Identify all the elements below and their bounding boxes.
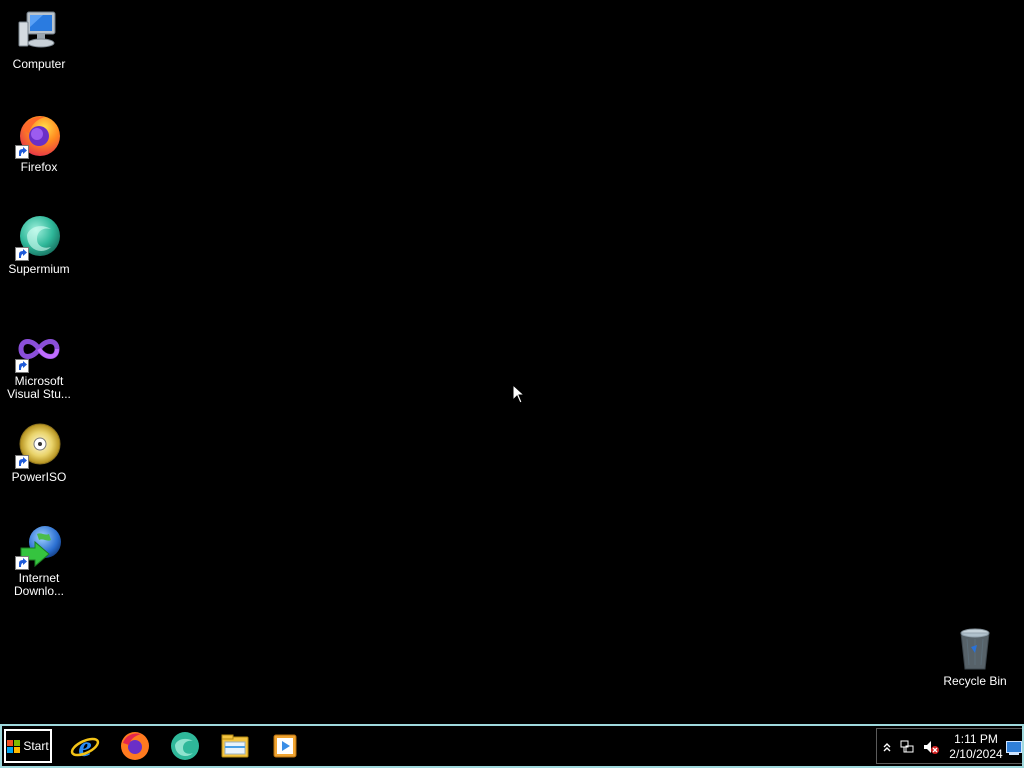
internet-explorer-icon: e [70, 730, 100, 762]
start-button[interactable]: Start [4, 729, 52, 763]
desktop-icon-visual-studio[interactable]: Microsoft Visual Stu... [0, 325, 78, 401]
system-tray: 1:11 PM 2/10/2024 [876, 728, 1022, 764]
volume-muted-icon [924, 741, 939, 754]
taskbar-file-explorer[interactable] [215, 729, 255, 763]
desktop-icon-firefox[interactable]: Firefox [0, 111, 78, 174]
mouse-cursor-icon [512, 384, 526, 404]
desktop-icon-supermium[interactable]: Supermium [0, 213, 78, 276]
desktop-icon-label: Supermium [8, 262, 70, 276]
taskbar-internet-explorer[interactable]: e [65, 729, 105, 763]
shortcut-arrow-icon [15, 556, 29, 570]
supermium-icon [171, 732, 199, 760]
desktop[interactable]: Computer Firefox Supermium Microsoft Vis… [0, 0, 1024, 768]
desktop-icon-recycle-bin[interactable]: Recycle Bin [936, 625, 1014, 688]
file-explorer-icon [221, 734, 249, 758]
firefox-icon [121, 732, 149, 760]
clock-date: 2/10/2024 [949, 747, 1003, 761]
desktop-icon-label: Microsoft Visual Stu... [7, 374, 71, 401]
shortcut-arrow-icon [15, 359, 29, 373]
desktop-icon-internet-download-manager[interactable]: Internet Downlo... [0, 522, 78, 598]
network-button[interactable] [899, 739, 915, 755]
visual-studio-icon [15, 325, 63, 373]
firefox-icon [15, 111, 63, 159]
show-hidden-icons-chevron-icon [883, 743, 891, 752]
taskbar-media-player[interactable] [265, 729, 305, 763]
recycle-bin-icon [951, 625, 999, 673]
windows-logo-icon [7, 739, 21, 753]
media-player-icon [273, 734, 297, 758]
clock[interactable]: 1:11 PM 2/10/2024 [945, 732, 1007, 762]
start-label: Start [23, 739, 49, 753]
poweriso-icon [15, 421, 63, 469]
taskbar-firefox[interactable] [115, 729, 155, 763]
clock-time: 1:11 PM [954, 732, 998, 746]
taskbar: Start e 1:11 PM 2/10/2024 [0, 724, 1024, 768]
network-icon [900, 740, 914, 753]
desktop-icon-label: Recycle Bin [943, 674, 1007, 688]
taskbar-supermium[interactable] [165, 729, 205, 763]
desktop-icon-computer[interactable]: Computer [0, 8, 78, 71]
supermium-icon [15, 213, 63, 261]
show-desktop-button[interactable] [1006, 741, 1022, 755]
desktop-icon-label: Firefox [20, 160, 58, 174]
shortcut-arrow-icon [15, 247, 29, 261]
desktop-icon-label: Internet Downlo... [13, 571, 65, 598]
show-desktop-icon [1006, 741, 1022, 755]
desktop-icon-label: PowerISO [11, 470, 67, 484]
volume-button[interactable] [923, 739, 939, 755]
desktop-icon-poweriso[interactable]: PowerISO [0, 421, 78, 484]
show-hidden-icons-button[interactable] [879, 739, 895, 755]
computer-icon [15, 8, 63, 56]
shortcut-arrow-icon [15, 145, 29, 159]
desktop-icon-label: Computer [12, 57, 66, 71]
svg-text:e: e [78, 730, 91, 762]
internet-download-manager-icon [15, 522, 63, 570]
shortcut-arrow-icon [15, 455, 29, 469]
